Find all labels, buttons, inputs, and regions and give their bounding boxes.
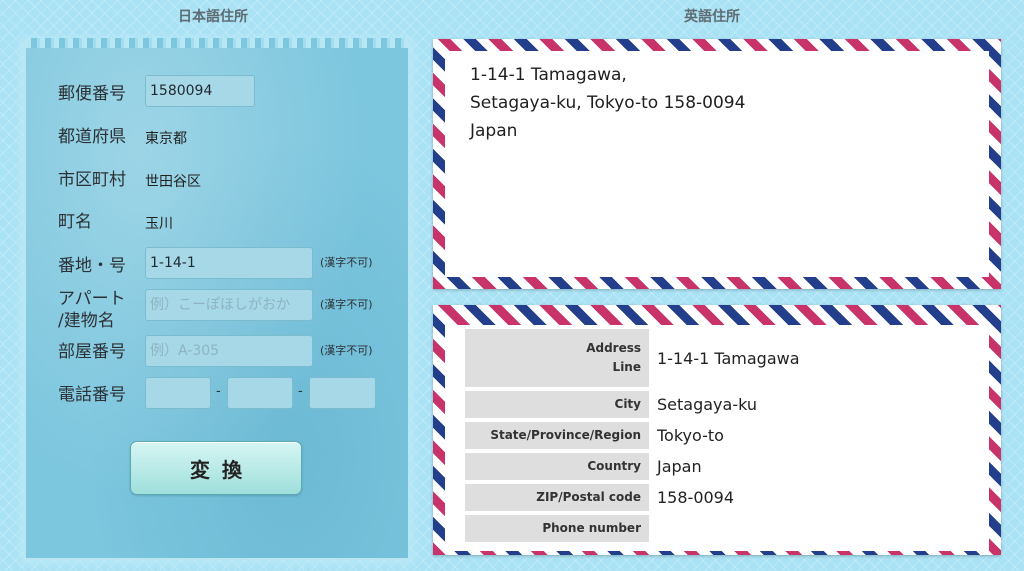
room-number-note: (漢字不可): [320, 344, 373, 357]
prefecture-label: 都道府県: [58, 127, 126, 147]
postal-code-label: 郵便番号: [58, 84, 126, 104]
english-address-heading: 英語住所: [684, 9, 740, 25]
convert-button[interactable]: 変換: [130, 441, 302, 495]
phone-number-label: 電話番号: [58, 385, 126, 405]
table-row: State/Province/Region Tokyo-to: [465, 422, 801, 449]
state-field-value: Tokyo-to: [657, 426, 724, 445]
town-label: 町名: [58, 212, 92, 232]
state-field-label: State/Province/Region: [465, 422, 649, 449]
table-row: Address Line 1-14-1 Tamagawa: [465, 329, 801, 387]
address-line-label-part2: Line: [612, 360, 641, 374]
table-row: Country Japan: [465, 453, 801, 480]
city-field-label: City: [465, 391, 649, 418]
phone-field-value: [649, 515, 801, 542]
address-line-label-part1: Address: [586, 341, 641, 355]
country-field-value: Japan: [657, 457, 702, 476]
prefecture-value: 東京都: [145, 131, 187, 147]
zip-field-label: ZIP/Postal code: [465, 484, 649, 511]
address-fields-table: Address Line 1-14-1 Tamagawa City Setaga…: [465, 325, 801, 546]
table-row: ZIP/Postal code 158-0094: [465, 484, 801, 511]
room-number-label: 部屋番号: [58, 342, 126, 362]
city-value: 世田谷区: [145, 174, 201, 190]
address-line-field-value: 1-14-1 Tamagawa: [657, 348, 800, 368]
room-number-input[interactable]: [145, 335, 313, 367]
table-row: Phone number: [465, 515, 801, 542]
building-name-input[interactable]: [145, 289, 313, 321]
block-number-input[interactable]: [145, 247, 313, 279]
table-row: City Setagaya-ku: [465, 391, 801, 418]
phone-line-number-input[interactable]: [309, 377, 376, 409]
address-line-3: Japan: [470, 121, 518, 141]
block-number-note: (漢字不可): [320, 256, 373, 269]
zip-field-value: 158-0094: [657, 488, 735, 507]
phone-separator-1: -: [216, 384, 221, 399]
phone-separator-2: -: [298, 384, 303, 399]
building-name-note: (漢字不可): [320, 298, 373, 311]
building-label-line2: /建物名: [58, 311, 115, 331]
english-address-envelope: 1-14-1 Tamagawa, Setagaya-ku, Tokyo-to 1…: [433, 39, 1001, 289]
country-field-label: Country: [465, 453, 649, 480]
address-line-field-label: Address Line: [465, 329, 649, 387]
city-label: 市区町村: [58, 170, 126, 190]
phone-area-code-input[interactable]: [145, 377, 211, 409]
building-label-line1: アパート: [58, 289, 126, 309]
city-field-value: Setagaya-ku: [657, 395, 757, 414]
address-line-2: Setagaya-ku, Tokyo-to 158-0094: [470, 93, 746, 113]
japanese-address-heading: 日本語住所: [178, 9, 248, 25]
address-fields-envelope: Address Line 1-14-1 Tamagawa City Setaga…: [433, 305, 1001, 555]
block-number-label: 番地・号: [58, 256, 126, 276]
english-address-text: 1-14-1 Tamagawa, Setagaya-ku, Tokyo-to 1…: [445, 51, 989, 145]
town-value: 玉川: [145, 216, 173, 232]
phone-field-label: Phone number: [465, 515, 649, 542]
address-line-1: 1-14-1 Tamagawa,: [470, 65, 627, 85]
phone-exchange-input[interactable]: [227, 377, 293, 409]
postal-code-input[interactable]: [145, 75, 255, 107]
